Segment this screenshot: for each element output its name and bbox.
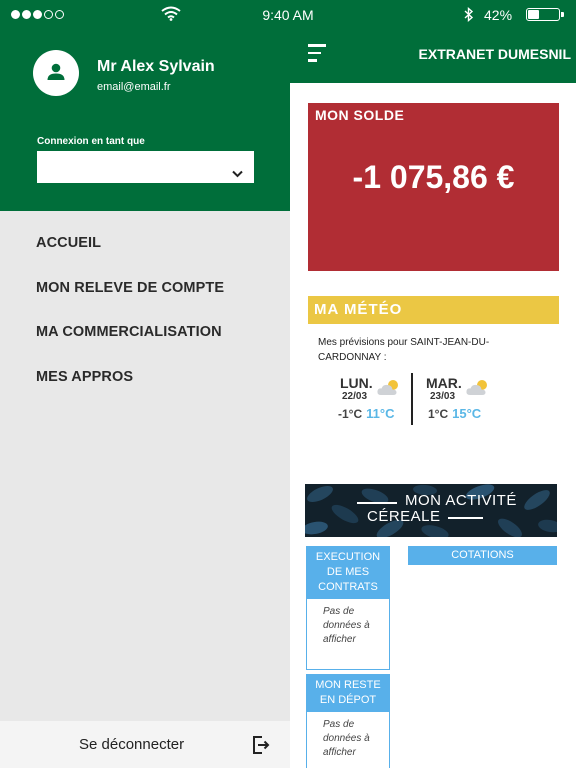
cloud-sun-icon [377, 380, 398, 395]
battery-percent: 42% [484, 7, 513, 23]
bluetooth-icon [463, 6, 475, 25]
meteo-divider [411, 373, 413, 425]
temp-min: 1°C [428, 407, 449, 421]
temp-min: -1°C [338, 407, 363, 421]
app-screen: 9:40 AM 42% Mr Alex Sylvain email@email.… [0, 0, 576, 768]
activite-title-line1: MON ACTIVITÉ [405, 492, 517, 509]
solde-title: MON SOLDE [315, 107, 405, 123]
user-email: email@email.fr [97, 81, 171, 93]
meteo-description: Mes prévisions pour SAINT-JEAN-DU-CARDON… [318, 337, 490, 363]
user-icon [47, 63, 65, 80]
activite-title-line2: CÉREALE [367, 508, 441, 525]
solde-card[interactable]: MON SOLDE -1 075,86 € [308, 103, 559, 271]
meteo-header: MA MÉTÉO [308, 296, 559, 324]
logout-icon [253, 736, 270, 754]
app-header: EXTRANET DUMESNIL [290, 28, 576, 83]
avatar[interactable] [33, 50, 79, 96]
logout-label: Se déconnecter [79, 736, 185, 753]
card-empty-message: Pas de données à afficher [323, 719, 370, 758]
status-bar: 9:40 AM 42% [0, 0, 576, 28]
cotations-button[interactable]: COTATIONS [408, 546, 557, 565]
cloud-sun-icon [466, 380, 487, 395]
battery-level [528, 10, 540, 19]
day-temps: 1°C 15°C [426, 406, 481, 421]
navigation-drawer: Mr Alex Sylvain email@email.fr Connexion… [0, 28, 290, 768]
card-title: EXECUTION DE MES CONTRATS [307, 547, 389, 599]
card-reste-depot[interactable]: MON RESTE EN DÉPOT Pas de données à affi… [306, 674, 390, 768]
menu-item-accueil[interactable]: ACCUEIL [36, 235, 101, 251]
battery-tip [561, 12, 564, 17]
menu-item-commercialisation[interactable]: MA COMMERCIALISATION [36, 324, 222, 340]
menu-item-appros[interactable]: MES APPROS [36, 369, 133, 385]
chevron-down-icon [232, 170, 243, 178]
meteo-title: MA MÉTÉO [314, 301, 403, 318]
day-temps: -1°C 11°C [338, 406, 394, 421]
temp-max: 15°C [452, 406, 482, 421]
connection-label: Connexion en tant que [37, 136, 145, 147]
connection-select[interactable] [37, 151, 254, 183]
logout-button[interactable]: Se déconnecter [0, 721, 290, 768]
app-title: EXTRANET DUMESNIL [418, 46, 571, 62]
user-name: Mr Alex Sylvain [97, 58, 215, 75]
title-rule-left [357, 502, 397, 504]
title-rule-right [448, 517, 483, 519]
activite-cereale-banner: MON ACTIVITÉ CÉREALE [305, 484, 557, 537]
menu-icon[interactable] [308, 44, 326, 67]
menu-item-releve-compte[interactable]: MON RELEVE DE COMPTE [36, 280, 224, 296]
solde-amount: -1 075,86 € [352, 159, 515, 195]
card-title: MON RESTE EN DÉPOT [307, 675, 389, 712]
battery-icon [526, 8, 560, 21]
card-empty-message: Pas de données à afficher [323, 606, 370, 645]
card-execution-contrats[interactable]: EXECUTION DE MES CONTRATS Pas de données… [306, 546, 390, 670]
drawer-header: Mr Alex Sylvain email@email.fr Connexion… [0, 28, 290, 211]
temp-max: 11°C [366, 406, 395, 421]
